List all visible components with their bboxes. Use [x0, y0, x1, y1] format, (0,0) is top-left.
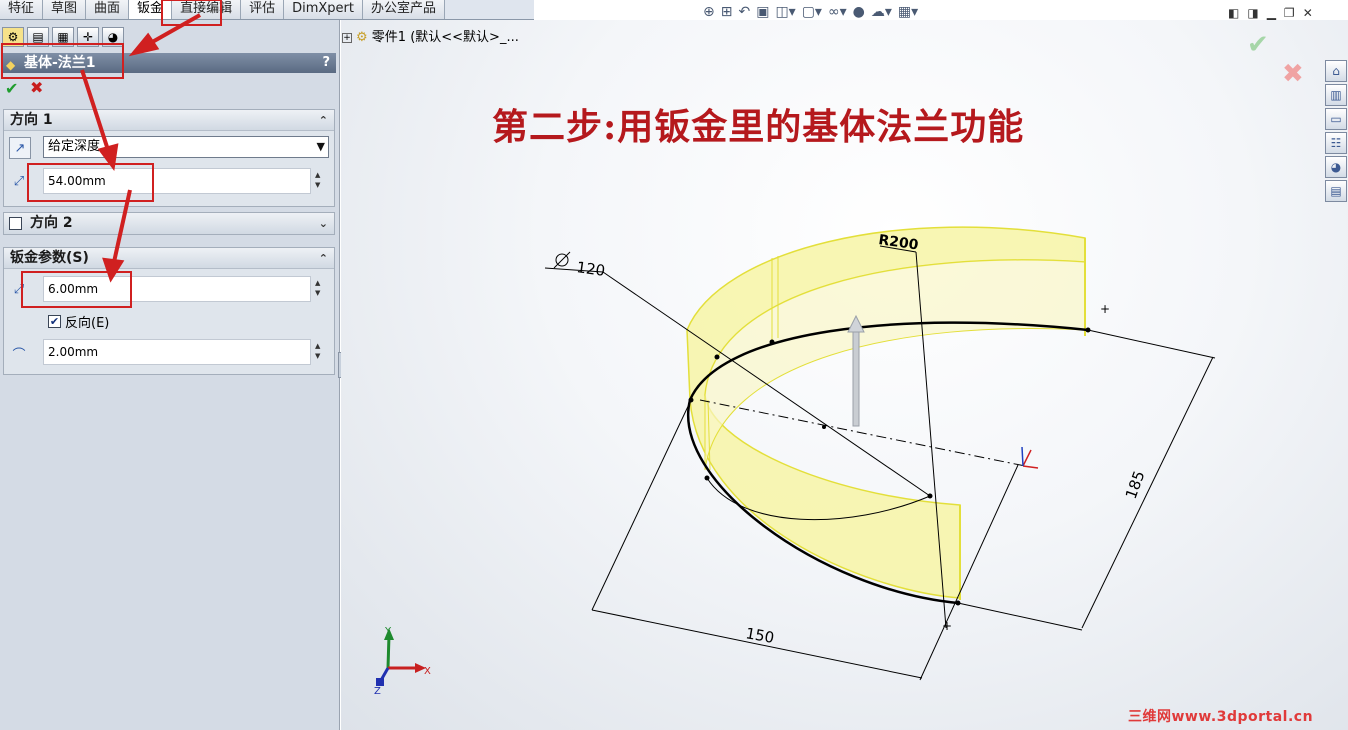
- direction2-header[interactable]: 方向 2 ⌄: [4, 213, 334, 234]
- tab-office-products[interactable]: 办公室产品: [362, 0, 445, 19]
- document-window-controls: ◧ ◨ ▁ ❐ ✕: [1228, 6, 1313, 20]
- zoom-to-area-icon[interactable]: ⊞: [721, 4, 733, 20]
- confirmation-corner-ok[interactable]: ✔: [1247, 30, 1269, 60]
- reverse-direction-icon[interactable]: ↗: [9, 137, 31, 159]
- direction1-label: 方向 1: [10, 112, 53, 128]
- file-explorer-icon[interactable]: ▭: [1325, 108, 1347, 130]
- minimize-icon[interactable]: ▁: [1267, 6, 1276, 20]
- reverse-checkbox[interactable]: ✔: [48, 315, 61, 328]
- end-condition-value: 给定深度: [48, 139, 101, 154]
- depth-spinner[interactable]: ▲ ▼: [315, 170, 320, 190]
- command-manager-tabs: 特征 草图 曲面 钣金 直接编辑 评估 DimXpert 办公室产品: [0, 0, 534, 20]
- expand-icon[interactable]: +: [342, 33, 352, 43]
- feature-title: 基体-法兰1: [24, 55, 96, 71]
- custom-properties-icon[interactable]: ▤: [1325, 180, 1347, 202]
- part-icon: ⚙: [356, 30, 368, 45]
- design-library-icon[interactable]: ▥: [1325, 84, 1347, 106]
- edit-appearance-icon[interactable]: ●: [853, 4, 865, 20]
- heads-up-view-toolbar: ⊕ ⊞ ↶ ▣ ◫▾ ▢▾ ∞▾ ● ☁▾ ▦▾: [703, 4, 918, 20]
- tab-surfaces[interactable]: 曲面: [86, 0, 130, 19]
- tab-direct-edit[interactable]: 直接编辑: [172, 0, 242, 19]
- home-icon[interactable]: ⌂: [1325, 60, 1347, 82]
- tab-sketch[interactable]: 草图: [43, 0, 87, 19]
- configuration-manager-icon[interactable]: ▦: [52, 27, 74, 47]
- feature-manager-icon[interactable]: ⚙: [2, 27, 24, 47]
- bend-radius-spinner[interactable]: ▲ ▼: [315, 341, 320, 361]
- bend-radius-field[interactable]: 2.00mm: [43, 339, 311, 365]
- display-style-icon[interactable]: ▢▾: [802, 4, 822, 20]
- view-palette-icon[interactable]: ☷: [1325, 132, 1347, 154]
- bend-radius-icon: ⌒: [12, 347, 26, 363]
- task-pane-tabs: ⌂ ▥ ▭ ☷ ◕ ▤: [1325, 60, 1347, 202]
- collapse-up-icon[interactable]: ⌃: [319, 110, 328, 131]
- restore-icon[interactable]: ❐: [1284, 6, 1295, 20]
- view-orientation-icon[interactable]: ◫▾: [775, 4, 795, 20]
- view-settings-icon[interactable]: ▦▾: [898, 4, 918, 20]
- feature-tree-root[interactable]: + ⚙ 零件1 (默认<<默认>_...: [342, 26, 519, 45]
- cancel-button[interactable]: ✖: [30, 78, 43, 97]
- thickness-field[interactable]: 6.00mm: [43, 276, 311, 302]
- depth-value: 54.00mm: [48, 174, 106, 188]
- bend-radius-value: 2.00mm: [48, 345, 99, 359]
- tab-sheet-metal[interactable]: 钣金: [129, 0, 173, 19]
- direction1-group: 方向 1 ⌃ ↗ 给定深度 ▼ ⤢ 54.00mm ▲ ▼: [3, 109, 335, 207]
- watermark: 三维网www.3dportal.cn: [1128, 709, 1314, 725]
- direction2-checkbox[interactable]: [9, 217, 22, 230]
- feature-title-bar: ◆ 基体-法兰1 ?: [2, 53, 336, 73]
- apply-scene-icon[interactable]: ☁▾: [871, 4, 892, 20]
- panel-tab-icons: ⚙ ▤ ▦ ✛ ◕: [0, 21, 340, 51]
- zoom-to-fit-icon[interactable]: ⊕: [703, 4, 715, 20]
- property-manager-panel: ⚙ ▤ ▦ ✛ ◕ ◆ 基体-法兰1 ? ✔ ✖ 方向 1 ⌃ ↗ 给定深度 ▼…: [0, 20, 340, 730]
- tab-dimxpert[interactable]: DimXpert: [284, 0, 363, 19]
- sheet-metal-flange-icon: ◆: [6, 58, 16, 72]
- end-condition-select[interactable]: 给定深度 ▼: [43, 136, 329, 158]
- display-manager-icon[interactable]: ◕: [102, 27, 124, 47]
- sheet-metal-params-header[interactable]: 钣金参数(S) ⌃: [4, 248, 334, 269]
- dimxpert-manager-icon[interactable]: ✛: [77, 27, 99, 47]
- direction2-group: 方向 2 ⌄: [3, 212, 335, 235]
- depth-icon: ⤢: [13, 173, 25, 189]
- depth-field[interactable]: 54.00mm: [43, 168, 311, 194]
- tab-evaluate[interactable]: 评估: [241, 0, 285, 19]
- property-manager-icon[interactable]: ▤: [27, 27, 49, 47]
- thickness-icon: ⤢: [13, 281, 25, 297]
- chevron-down-icon: ▼: [316, 140, 325, 153]
- reverse-label: 反向(E): [65, 316, 110, 331]
- sheet-metal-params-group: 钣金参数(S) ⌃ ⤢ 6.00mm ▲ ▼ ✔ 反向(E) ⌒ 2.00mm ▲…: [3, 247, 335, 375]
- close-icon[interactable]: ✕: [1303, 6, 1313, 20]
- help-icon[interactable]: ?: [322, 53, 330, 73]
- expand-down-icon[interactable]: ⌄: [319, 213, 328, 234]
- thickness-value: 6.00mm: [48, 282, 99, 296]
- confirmation-corner-cancel[interactable]: ✖: [1282, 59, 1304, 89]
- part-name: 零件1 (默认<<默认>_...: [371, 30, 519, 45]
- previous-view-icon[interactable]: ↶: [738, 4, 750, 20]
- direction1-header[interactable]: 方向 1 ⌃: [4, 110, 334, 131]
- tutorial-annotation: 第二步:用钣金里的基体法兰功能: [492, 106, 1025, 148]
- tab-features[interactable]: 特征: [0, 0, 44, 19]
- collapse-up-icon[interactable]: ⌃: [319, 248, 328, 269]
- section-view-icon[interactable]: ▣: [756, 4, 769, 20]
- appearances-icon[interactable]: ◕: [1325, 156, 1347, 178]
- tile-left-icon[interactable]: ◧: [1228, 6, 1239, 20]
- thickness-spinner[interactable]: ▲ ▼: [315, 278, 320, 298]
- tile-right-icon[interactable]: ◨: [1247, 6, 1258, 20]
- sheet-metal-params-label: 钣金参数(S): [10, 250, 89, 266]
- hide-show-icon[interactable]: ∞▾: [828, 4, 847, 20]
- direction2-label: 方向 2: [30, 215, 73, 231]
- ok-button[interactable]: ✔: [5, 79, 18, 98]
